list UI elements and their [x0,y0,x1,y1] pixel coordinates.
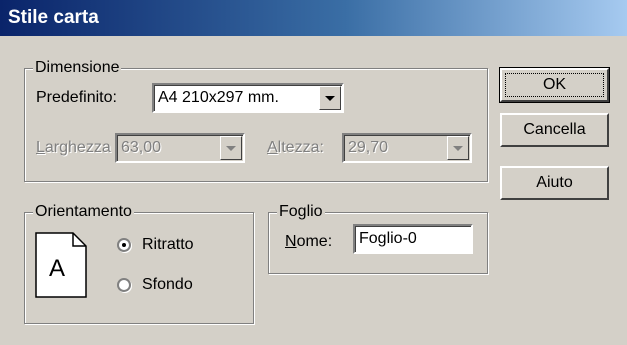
larghezza-label-text: arghezza [44,139,111,156]
larghezza-dropdown-button[interactable] [220,136,242,160]
altezza-select[interactable]: 29,70 [342,133,472,163]
predefinito-dropdown-button[interactable] [319,86,341,110]
larghezza-value: 63,00 [121,139,162,156]
nome-label-accel: N [285,233,297,250]
larghezza-select[interactable]: 63,00 [115,133,245,163]
help-button[interactable]: Aiuto [500,166,609,200]
page-icon-letter: A [49,255,65,282]
chevron-down-icon [325,95,335,101]
nome-label: Nome: [285,232,332,252]
altezza-label-accel: A [267,139,278,156]
paper-style-dialog: Stile carta Dimensione Predefinito: A4 2… [0,0,627,345]
chevron-down-icon [453,145,463,151]
ok-button[interactable]: OK [499,67,610,103]
dimensione-legend: Dimensione [33,58,122,78]
window-title: Stile carta [8,7,99,28]
cancel-button-label: Cancella [523,121,586,138]
nome-input[interactable]: Foglio-0 [353,224,473,254]
foglio-legend: Foglio [277,202,325,222]
ok-button-label: OK [542,76,567,93]
orientamento-legend: Orientamento [33,202,134,222]
cancel-button[interactable]: Cancella [500,113,609,147]
altezza-dropdown-button[interactable] [447,136,469,160]
altezza-value: 29,70 [348,139,389,156]
radio-selected-dot [122,243,126,247]
nome-label-text: ome: [296,233,333,250]
altezza-label-text: ltezza: [277,139,324,156]
larghezza-label: Larghezza [36,138,111,158]
nome-value: Foglio-0 [359,230,417,247]
title-bar[interactable]: Stile carta [0,0,627,36]
radio-sfondo-label[interactable]: Sfondo [142,275,193,295]
larghezza-label-accel: L [36,139,45,156]
radio-ritratto-label[interactable]: Ritratto [142,235,194,255]
radio-sfondo-button[interactable] [117,278,131,292]
chevron-down-icon [226,145,236,151]
help-button-label: Aiuto [536,174,573,191]
portrait-page-icon: A [35,232,87,298]
radio-ritratto-button[interactable] [117,238,131,252]
predefinito-select[interactable]: A4 210x297 mm. [152,83,344,113]
predefinito-value: A4 210x297 mm. [158,89,279,106]
predefinito-label: Predefinito: [36,89,117,106]
altezza-label: Altezza: [267,138,324,158]
